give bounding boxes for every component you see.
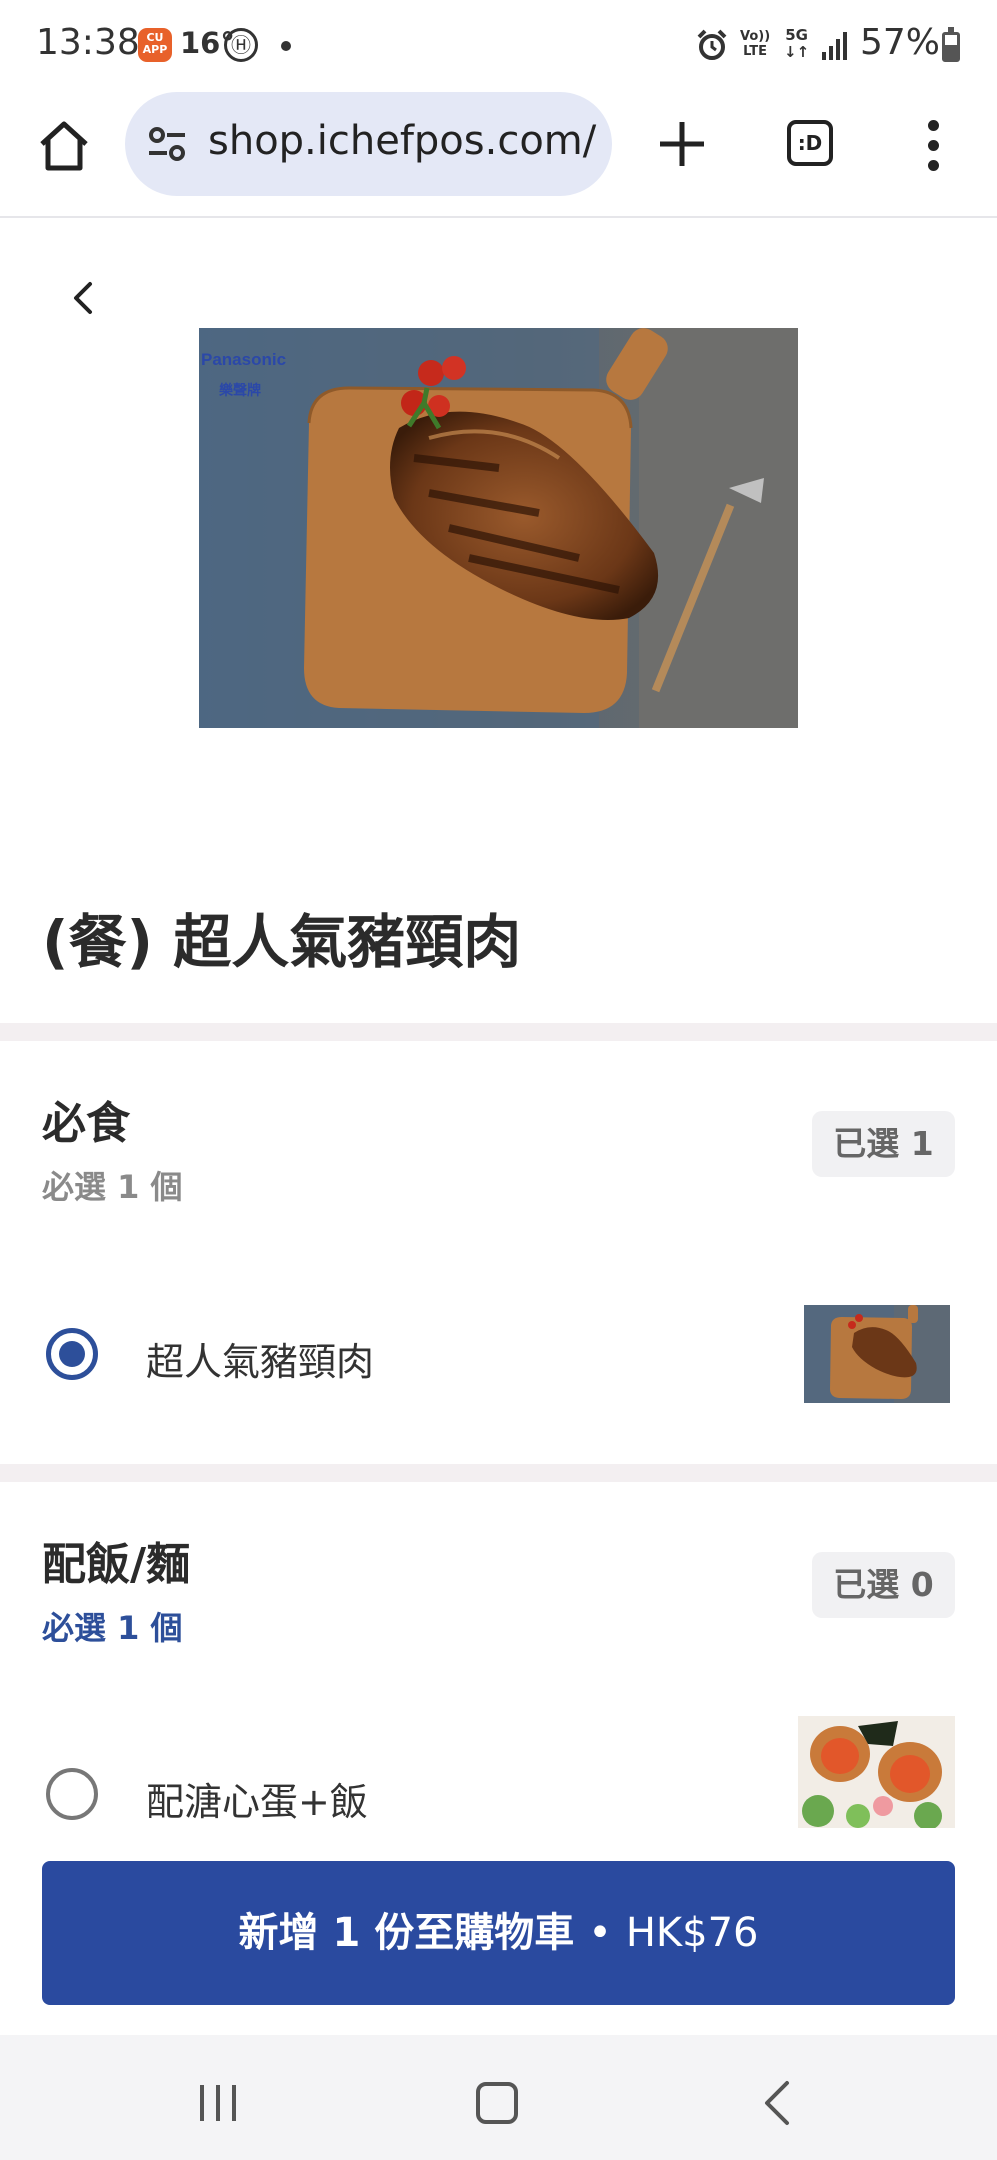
add-to-cart-label: 新增 1 份至購物車: [238, 1910, 575, 1956]
battery-percentage: 57%: [860, 22, 941, 63]
option-thumbnail-egg-rice: [798, 1716, 955, 1828]
status-time: 13:38: [36, 22, 140, 63]
new-tab-icon[interactable]: [654, 116, 710, 172]
recent-apps-icon[interactable]: [196, 2083, 240, 2123]
more-options-icon[interactable]: [925, 120, 941, 172]
cart-price: HK$76: [625, 1910, 759, 1956]
group-title: 必食: [42, 1098, 130, 1149]
tab-switcher-button[interactable]: :D: [787, 120, 833, 166]
selected-count-badge: 已選 1: [812, 1111, 955, 1177]
hero-brand-text: Panasonic: [201, 350, 287, 369]
hero-brand-subtext: 樂聲牌: [219, 383, 261, 399]
section-divider: [0, 1023, 997, 1041]
group-requirement: 必選 1 個: [42, 1609, 183, 1647]
item-title: (餐) 超人氣豬頸肉: [42, 908, 522, 976]
network-type-label: 5G: [785, 26, 808, 44]
browser-toolbar: shop.ichefpos.com/s :D: [0, 92, 997, 218]
home-button-icon[interactable]: [476, 2082, 518, 2124]
item-hero-image: Panasonic 樂聲牌: [199, 328, 798, 728]
option-radio-unchecked[interactable]: [46, 1768, 98, 1820]
option-label[interactable]: 超人氣豬頸肉: [146, 1331, 374, 1386]
cart-separator: •: [588, 1910, 612, 1956]
status-bar: 13:38 CU APP 16° Ⓗ Vo)) LTE 5G ↓↑ 57%: [0, 0, 997, 92]
data-arrows-icon: ↓↑: [784, 43, 810, 61]
back-arrow-icon[interactable]: [66, 280, 102, 316]
volte-top-label: Vo)): [740, 29, 771, 44]
volte-bottom-label: LTE: [743, 44, 768, 59]
selected-count-badge: 已選 0: [812, 1552, 955, 1618]
site-settings-icon[interactable]: [147, 124, 187, 164]
volte-indicator: Vo)) LTE: [740, 29, 770, 59]
group-requirement: 必選 1 個: [42, 1168, 183, 1206]
battery-level-fill: [945, 45, 957, 59]
alarm-icon: [697, 29, 727, 60]
battery-icon: [942, 27, 960, 62]
cu-app-icon: CU APP: [138, 28, 172, 62]
url-text[interactable]: shop.ichefpos.com/s: [208, 118, 598, 164]
network-5g-indicator: 5G ↓↑: [784, 27, 809, 61]
option-thumbnail-pork: [804, 1305, 950, 1403]
section-divider: [0, 1464, 997, 1482]
group-title: 配飯/麵: [42, 1539, 191, 1590]
hk-notification-icon: Ⓗ: [224, 28, 258, 62]
option-radio-checked[interactable]: [46, 1328, 98, 1380]
system-navigation-bar: [0, 2035, 997, 2160]
more-notifications-dot-icon: [281, 41, 291, 51]
egg-rice-thumbnail-image: [798, 1716, 955, 1828]
pork-thumbnail-image: [804, 1305, 950, 1403]
grilled-pork-photo: [199, 328, 798, 728]
system-back-icon[interactable]: [757, 2079, 797, 2127]
option-label[interactable]: 配溏心蛋+飯: [146, 1771, 368, 1826]
home-icon[interactable]: [36, 118, 92, 174]
signal-strength-icon: [822, 32, 847, 60]
address-bar[interactable]: shop.ichefpos.com/s: [125, 92, 612, 196]
add-to-cart-button[interactable]: 新增 1 份至購物車 • HK$76: [42, 1861, 955, 2005]
